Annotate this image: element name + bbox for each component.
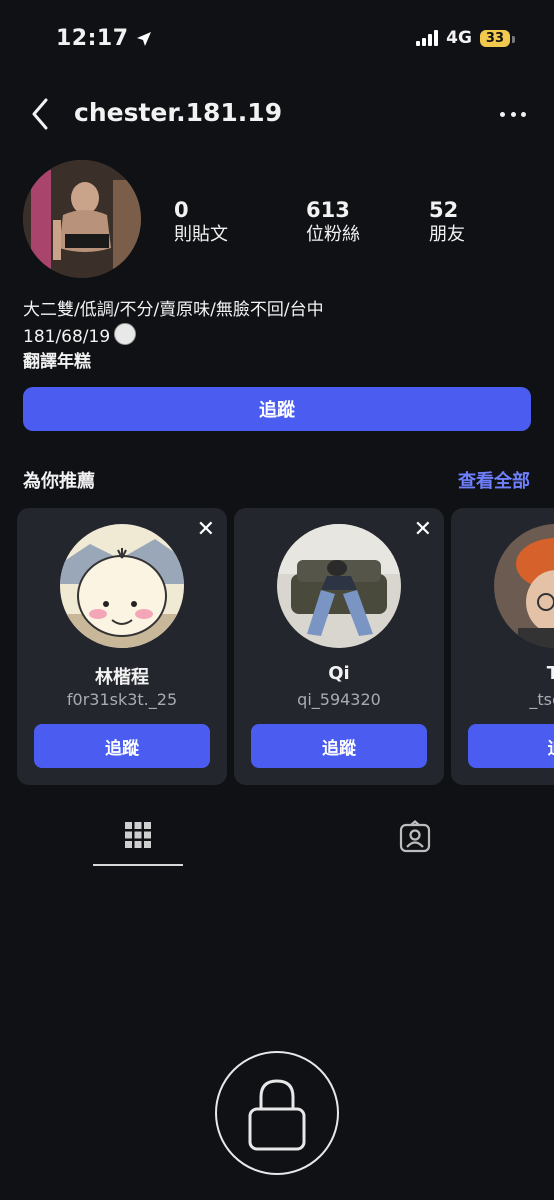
suggestion-card[interactable]: Ti _tsetin 追 xyxy=(451,508,554,785)
friends-label: 朋友 xyxy=(429,224,465,245)
posts-label: 則貼文 xyxy=(174,224,228,245)
bio-line-2: 181/68/19 xyxy=(23,327,111,347)
profile-avatar[interactable] xyxy=(23,160,141,278)
follow-button[interactable]: 追蹤 xyxy=(23,387,531,431)
suggestion-name: 林楷程 xyxy=(95,667,149,688)
status-indicators: 4G 33 xyxy=(416,28,516,48)
suggestion-handle: f0r31sk3t._25 xyxy=(66,690,178,709)
status-time: 12:17 xyxy=(56,26,153,51)
person-photo-image xyxy=(494,524,554,648)
profile-bio: 大二雙/低調/不分/賣原味/無臉不回/台中 181/68/19 翻譯年糕 xyxy=(23,298,324,375)
dismiss-icon[interactable]: ✕ xyxy=(197,518,215,542)
suggestion-name: Ti xyxy=(546,663,554,684)
back-button[interactable] xyxy=(26,96,56,132)
suggestion-card[interactable]: ✕ Qi qi_594320 追蹤 xyxy=(234,508,444,785)
more-dot-icon xyxy=(521,111,526,117)
stat-friends[interactable]: 52 朋友 xyxy=(429,198,465,248)
suggestion-follow-button[interactable]: 追 xyxy=(468,724,554,768)
friends-count: 52 xyxy=(429,198,459,222)
chevron-left-icon xyxy=(32,98,48,130)
more-dot-icon xyxy=(510,111,516,117)
network-label: 4G xyxy=(446,28,472,48)
suggestions-title: 為你推薦 xyxy=(23,471,95,492)
battery-icon: 33 xyxy=(479,29,516,47)
signal-icon xyxy=(416,30,439,46)
bio-line-1: 大二雙/低調/不分/賣原味/無臉不回/台中 xyxy=(23,300,324,320)
person-on-sofa-image xyxy=(277,524,401,648)
followers-count: 613 xyxy=(306,198,350,222)
stat-posts: 0 則貼文 xyxy=(174,198,228,248)
suggestion-follow-button[interactable]: 追蹤 xyxy=(34,724,210,768)
suggestion-avatar[interactable] xyxy=(277,524,401,648)
posts-count: 0 xyxy=(174,198,189,222)
suggestion-avatar[interactable] xyxy=(60,524,184,648)
see-all-link[interactable]: 查看全部 xyxy=(458,467,530,493)
profile-page: 12:17 4G 33 chester.181.19 0 則貼文 613 位粉絲… xyxy=(0,0,554,1200)
suggestion-handle: qi_594320 xyxy=(297,690,381,709)
profile-username: chester.181.19 xyxy=(74,98,283,127)
translate-link[interactable]: 翻譯年糕 xyxy=(23,350,324,375)
time-text: 12:17 xyxy=(56,26,129,51)
tab-tagged[interactable] xyxy=(398,820,432,854)
suggestion-card[interactable]: ✕ 林楷程 f0r31sk3t._25 追蹤 xyxy=(17,508,227,785)
active-tab-indicator xyxy=(93,864,183,866)
volleyball-icon xyxy=(114,323,137,345)
suggestion-follow-button[interactable]: 追蹤 xyxy=(251,724,427,768)
stat-followers[interactable]: 613 位粉絲 xyxy=(306,198,360,248)
tab-posts-grid[interactable] xyxy=(93,812,183,866)
suggestion-handle: _tsetin xyxy=(529,690,554,709)
tagged-person-icon xyxy=(399,820,431,853)
avatar-image xyxy=(23,160,141,278)
suggestion-name: Qi xyxy=(328,663,350,684)
cartoon-avatar-image xyxy=(60,524,184,648)
more-dot-icon xyxy=(500,111,505,117)
private-account-lock xyxy=(215,1051,339,1175)
more-options-button[interactable] xyxy=(500,104,526,124)
location-arrow-icon xyxy=(136,31,151,46)
grid-icon xyxy=(125,822,151,848)
followers-label: 位粉絲 xyxy=(306,224,360,245)
suggestion-avatar[interactable] xyxy=(494,524,554,648)
dismiss-icon[interactable]: ✕ xyxy=(414,518,432,542)
bio-line-2-wrap: 181/68/19 xyxy=(23,323,324,350)
lock-icon xyxy=(248,1079,306,1151)
